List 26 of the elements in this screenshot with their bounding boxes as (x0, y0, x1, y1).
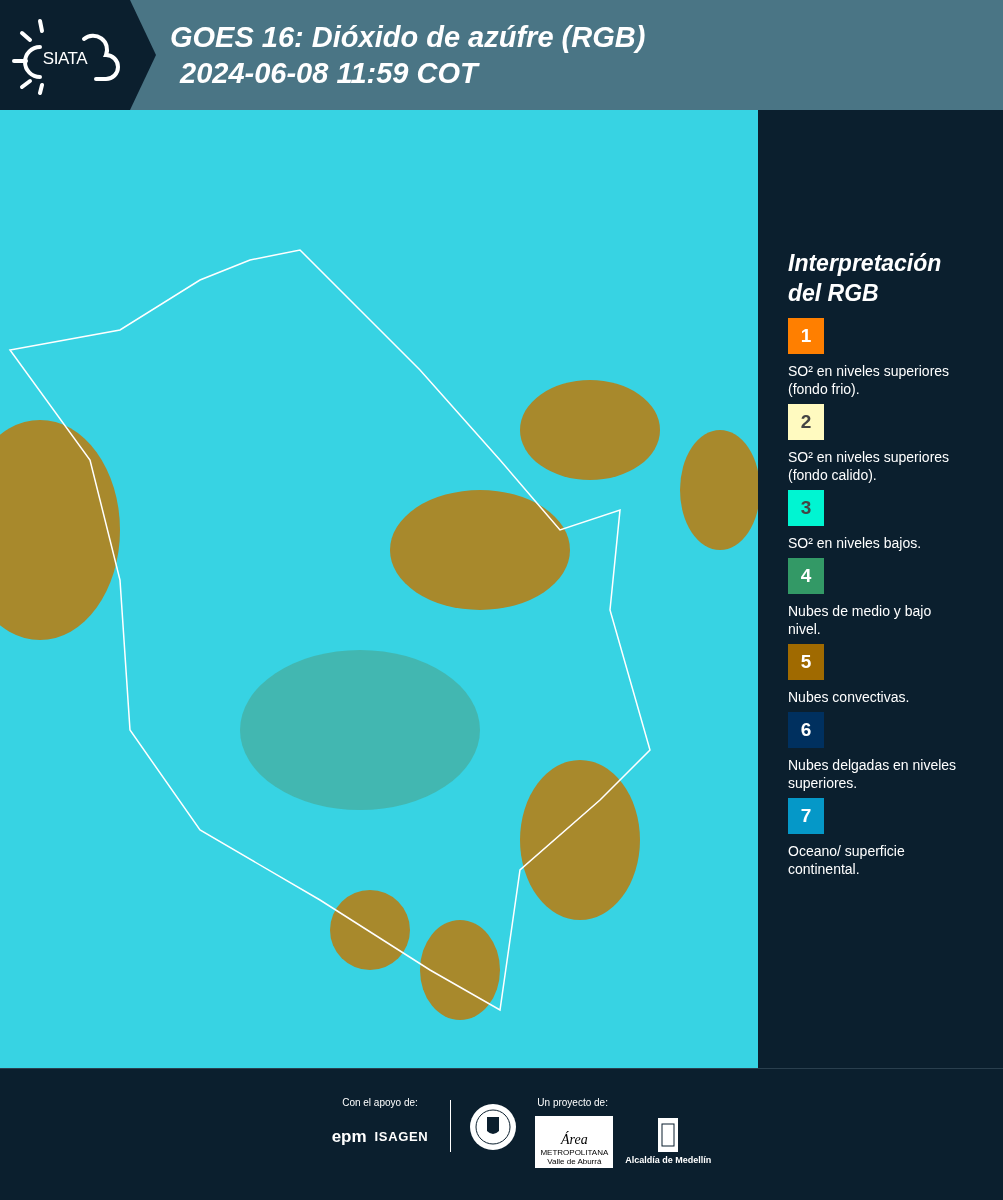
sponsor-logo-text: ISAGEN (374, 1128, 429, 1146)
legend-label: Nubes de medio y bajo nivel. (788, 602, 933, 638)
legend-label: SO² en niveles superiores (fondo calido). (788, 448, 951, 484)
timestamp: 2024-06-08 11:59 COT (180, 56, 481, 91)
legend-label: SO² en niveles superiores (fondo frio). (788, 362, 951, 398)
legend-swatch: 2 (788, 404, 824, 440)
sponsor-logo-text: epm (331, 1126, 367, 1148)
legend-label: Nubes delgadas en niveles superiores. (788, 756, 958, 792)
legend-label: SO² en niveles bajos. (788, 534, 923, 552)
project-label: Un proyecto de: (537, 1096, 609, 1110)
legend-label: Nubes convectivas. (788, 688, 911, 706)
legend-title: del RGB (788, 279, 880, 308)
legend-swatch: 1 (788, 318, 824, 354)
legend-swatch: 4 (788, 558, 824, 594)
legend-label: Oceano/ superficie continental. (788, 842, 906, 878)
legend-swatch: 7 (788, 798, 824, 834)
logo-text: SIATA (42, 48, 88, 71)
legend-swatch: 3 (788, 490, 824, 526)
area-logo: Área METROPOLITANA Valle de Aburrá (535, 1116, 614, 1168)
support-label: Con el apoyo de: (342, 1096, 418, 1110)
legend-title: Interpretación (788, 249, 943, 278)
legend-swatch: 6 (788, 712, 824, 748)
alcaldia-logo-text: Alcaldía de Medellín (625, 1154, 712, 1167)
page-title: GOES 16: Dióxido de azúfre (RGB) (170, 20, 646, 55)
legend-swatch: 5 (788, 644, 824, 680)
seal-icon (469, 1103, 518, 1151)
